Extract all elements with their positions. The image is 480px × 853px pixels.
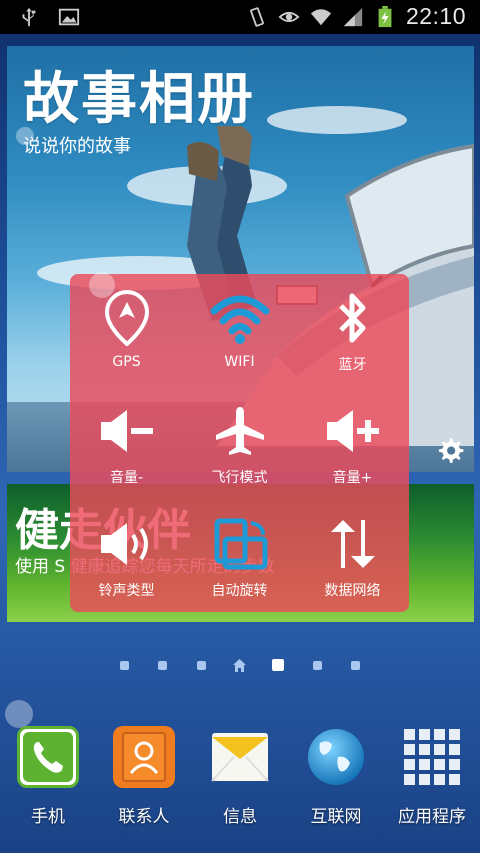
qs-label: 自动旋转	[211, 583, 268, 599]
bubble	[16, 127, 34, 145]
volume-down-button[interactable]: 音量-	[70, 387, 183, 499]
eye-icon	[278, 11, 300, 22]
data-network-toggle[interactable]: 数据网络	[296, 500, 409, 612]
qs-label: 音量-	[109, 470, 144, 486]
airplane-icon	[215, 407, 264, 455]
gear-icon[interactable]	[436, 436, 464, 464]
apps-icon	[404, 729, 460, 785]
dock-label: 联系人	[118, 807, 170, 827]
wifi-icon	[210, 295, 269, 344]
dock-label: 手机	[31, 807, 65, 827]
quick-settings-panel: GPS WIFI 蓝牙 音量- 飞行模式 音量+ 铃声类型 自动旋转 数据网络	[70, 274, 409, 612]
image-icon	[58, 8, 80, 26]
dock-label: 信息	[223, 807, 257, 827]
home-page-icon[interactable]	[233, 659, 246, 672]
wifi-toggle[interactable]: WIFI	[183, 274, 296, 386]
status-bar: 22:10	[0, 0, 480, 34]
qs-label: 音量+	[332, 470, 373, 486]
qs-label: 铃声类型	[98, 583, 155, 599]
page-dot[interactable]	[158, 661, 167, 670]
page-dot[interactable]	[120, 661, 129, 670]
usb-icon	[22, 7, 36, 27]
page-indicator[interactable]	[0, 658, 480, 674]
dock-app-phone[interactable]: 手机	[0, 726, 96, 827]
auto-rotate-toggle[interactable]: 自动旋转	[183, 500, 296, 612]
auto-rotate-icon	[214, 518, 267, 570]
dock-app-internet[interactable]: 互联网	[288, 726, 384, 827]
volume-up-button[interactable]: 音量+	[296, 387, 409, 499]
contacts-icon	[122, 732, 166, 782]
page-dot[interactable]	[313, 661, 322, 670]
dock-label: 互联网	[310, 807, 362, 827]
gps-icon	[104, 290, 149, 346]
page-dot-active[interactable]	[272, 659, 284, 671]
app-dock: 手机 联系人 信息 互联网 应用程序	[0, 720, 480, 853]
clock: 22:10	[405, 3, 466, 29]
gps-toggle[interactable]: GPS	[70, 274, 183, 386]
bluetooth-toggle[interactable]: 蓝牙	[296, 274, 409, 386]
dock-app-messages[interactable]: 信息	[192, 726, 288, 827]
airplane-mode-toggle[interactable]: 飞行模式	[183, 387, 296, 499]
qs-label: GPS	[112, 354, 141, 370]
phone-icon	[23, 732, 73, 782]
signal-icon	[343, 7, 363, 26]
vibrate-icon	[250, 6, 264, 27]
data-network-icon	[330, 520, 375, 568]
page-dot[interactable]	[351, 661, 360, 670]
qs-label: 飞行模式	[211, 470, 268, 486]
dock-label: 应用程序	[398, 807, 466, 827]
qs-label: 蓝牙	[338, 357, 367, 373]
bubble	[89, 272, 115, 298]
internet-icon	[308, 729, 364, 785]
volume-up-icon	[326, 410, 379, 452]
page-dot[interactable]	[197, 661, 206, 670]
qs-label: 数据网络	[324, 583, 381, 599]
qs-label: WIFI	[224, 354, 255, 370]
messages-icon	[211, 733, 269, 782]
battery-charging-icon	[378, 5, 392, 27]
story-album-subtitle: 说说你的故事	[23, 136, 131, 157]
ringtone-icon	[100, 523, 148, 565]
ringtone-type-button[interactable]: 铃声类型	[70, 500, 183, 612]
wifi-icon	[310, 8, 332, 25]
volume-down-icon	[100, 410, 153, 452]
dock-app-apps[interactable]: 应用程序	[384, 726, 480, 827]
story-album-title: 故事相册	[23, 67, 255, 132]
bluetooth-icon	[338, 293, 365, 343]
dock-app-contacts[interactable]: 联系人	[96, 726, 192, 827]
